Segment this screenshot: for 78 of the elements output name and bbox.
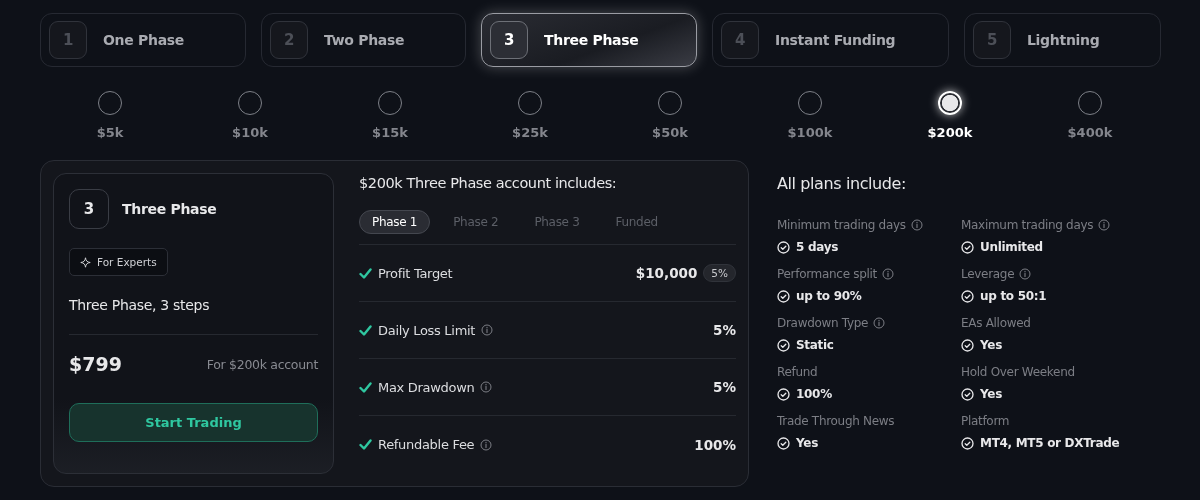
info-icon[interactable] bbox=[481, 324, 494, 336]
rule-value: 100% bbox=[694, 436, 736, 453]
plan-tab[interactable]: 3 Three Phase bbox=[481, 13, 697, 67]
rule-label: Max Drawdown bbox=[378, 379, 475, 395]
check-circle-icon bbox=[777, 387, 790, 401]
feature-label: Platform bbox=[961, 414, 1010, 428]
feature-value: up to 90% bbox=[796, 289, 862, 303]
feature-value: Yes bbox=[980, 387, 1002, 401]
check-icon bbox=[359, 439, 372, 450]
feature-label: Drawdown Type bbox=[777, 316, 869, 330]
check-circle-icon bbox=[777, 338, 790, 352]
phase-tab[interactable]: Phase 3 bbox=[521, 210, 593, 234]
feature-label: Performance split bbox=[777, 267, 877, 281]
badge-text: For Experts bbox=[97, 256, 157, 268]
phase-tab[interactable]: Funded bbox=[602, 210, 671, 234]
phase-tab[interactable]: Phase 2 bbox=[440, 210, 512, 234]
check-icon bbox=[359, 267, 372, 279]
check-icon bbox=[359, 381, 372, 393]
price: $799 bbox=[69, 353, 122, 375]
account-size-option[interactable]: $15k bbox=[320, 91, 460, 140]
all-plans-title: All plans include: bbox=[777, 174, 908, 193]
info-icon[interactable] bbox=[480, 438, 493, 451]
check-icon bbox=[359, 324, 372, 336]
check-circle-icon bbox=[777, 240, 790, 254]
rule-label: Profit Target bbox=[378, 265, 453, 281]
account-size-option[interactable]: $200k bbox=[880, 91, 1020, 140]
feature-value: Yes bbox=[796, 436, 818, 450]
plan-number: 3 bbox=[69, 189, 109, 229]
info-icon[interactable] bbox=[1019, 268, 1032, 280]
feature-label: Refund bbox=[777, 365, 818, 379]
feature-label: Leverage bbox=[961, 267, 1015, 281]
rule-value: 5% bbox=[713, 379, 736, 395]
start-trading-button[interactable]: Start Trading bbox=[69, 403, 318, 442]
info-icon[interactable] bbox=[480, 381, 493, 393]
check-circle-icon bbox=[961, 387, 974, 401]
check-circle-icon bbox=[961, 240, 974, 254]
plan-subtitle: Three Phase, 3 steps bbox=[69, 297, 318, 335]
feature-label: Hold Over Weekend bbox=[961, 365, 1075, 379]
feature-label: EAs Allowed bbox=[961, 316, 1031, 330]
check-circle-icon bbox=[777, 436, 790, 450]
feature-value: 5 days bbox=[796, 240, 838, 254]
feature-value: Static bbox=[796, 338, 834, 352]
info-icon[interactable] bbox=[910, 219, 923, 231]
account-size-option[interactable]: $400k bbox=[1020, 91, 1160, 140]
sparkle-icon bbox=[80, 256, 91, 268]
account-size-option[interactable]: $25k bbox=[460, 91, 600, 140]
check-circle-icon bbox=[961, 436, 974, 450]
feature-value: Unlimited bbox=[980, 240, 1043, 254]
feature-value: Yes bbox=[980, 338, 1002, 352]
feature-label: Maximum trading days bbox=[961, 218, 1094, 232]
rule-value: 5% bbox=[713, 322, 736, 338]
phase-tab[interactable]: Phase 1 bbox=[359, 210, 431, 234]
plan-tab[interactable]: 5 Lightning bbox=[964, 13, 1161, 67]
feature-label: Trade Through News bbox=[777, 414, 895, 428]
feature-value: MT4, MT5 or DXTrade bbox=[980, 436, 1120, 450]
check-circle-icon bbox=[961, 338, 974, 352]
plan-tab[interactable]: 1 One Phase bbox=[40, 13, 246, 67]
account-size-option[interactable]: $100k bbox=[740, 91, 880, 140]
account-size-option[interactable]: $50k bbox=[600, 91, 740, 140]
info-icon[interactable] bbox=[873, 317, 886, 329]
info-icon[interactable] bbox=[1098, 219, 1111, 231]
account-size-option[interactable]: $5k bbox=[40, 91, 180, 140]
plan-tab[interactable]: 2 Two Phase bbox=[261, 13, 466, 67]
feature-value: 100% bbox=[796, 387, 832, 401]
rule-label: Daily Loss Limit bbox=[378, 322, 476, 338]
percent-tag: 5% bbox=[703, 264, 736, 282]
details-title: $200k Three Phase account includes: bbox=[359, 175, 618, 191]
feature-value: up to 50:1 bbox=[980, 289, 1047, 303]
check-circle-icon bbox=[777, 289, 790, 303]
rule-value: $10,000 bbox=[635, 265, 698, 281]
price-note: For $200k account bbox=[206, 356, 318, 372]
plan-tab[interactable]: 4 Instant Funding bbox=[712, 13, 949, 67]
rule-label: Refundable Fee bbox=[378, 437, 475, 452]
account-size-option[interactable]: $10k bbox=[180, 91, 320, 140]
feature-label: Minimum trading days bbox=[777, 218, 906, 232]
plan-title: Three Phase bbox=[122, 201, 217, 217]
check-circle-icon bbox=[961, 289, 974, 303]
info-icon[interactable] bbox=[882, 268, 894, 280]
